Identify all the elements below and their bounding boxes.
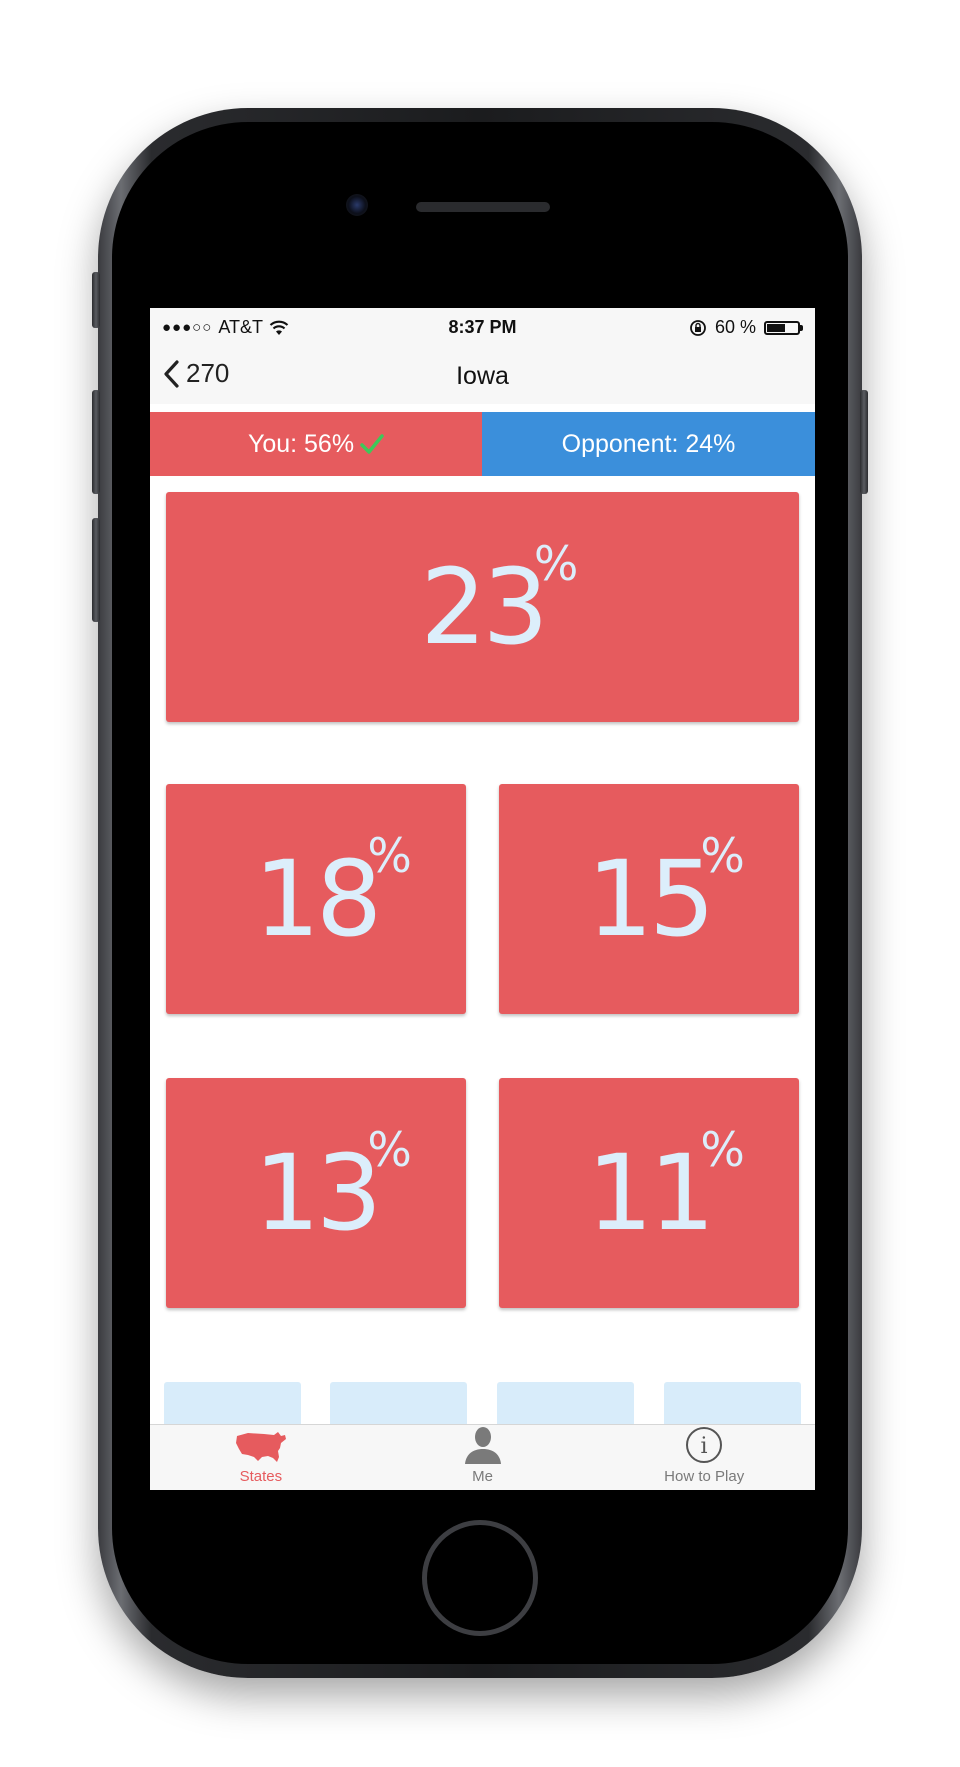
opponent-score: Opponent: 24%	[482, 412, 815, 476]
info-icon: i	[686, 1427, 723, 1463]
status-bar: ●●●○○ AT&T 8:37 PM 60 %	[150, 308, 815, 348]
volume-up-button	[92, 390, 100, 494]
answer-tile[interactable]: 11%	[499, 1078, 799, 1308]
score-bar: You: 56% Opponent: 24%	[150, 412, 815, 476]
percent-sign: %	[700, 829, 745, 884]
answer-value: 11	[586, 1132, 715, 1254]
navigation-bar: 270 Iowa	[150, 348, 815, 404]
answer-tile[interactable]: 15%	[499, 784, 799, 1014]
earpiece-speaker	[416, 202, 550, 212]
tab-label: Me	[472, 1468, 493, 1485]
usa-map-icon	[235, 1432, 286, 1462]
answer-tile-small[interactable]	[664, 1382, 801, 1426]
answer-tile[interactable]: 13%	[166, 1078, 466, 1308]
tab-me[interactable]: Me	[372, 1425, 594, 1490]
volume-down-button	[92, 518, 100, 622]
power-button	[860, 390, 868, 494]
percent-sign: %	[367, 829, 412, 884]
percent-sign: %	[533, 537, 579, 592]
battery-icon	[764, 320, 803, 335]
tab-bar: States Me i How to Play	[150, 1424, 815, 1490]
tab-label: How to Play	[664, 1468, 745, 1485]
answer-tile-small[interactable]	[330, 1382, 467, 1426]
tab-how-to-play[interactable]: i How to Play	[593, 1425, 815, 1490]
answer-value: 13	[253, 1132, 382, 1254]
tab-states[interactable]: States	[150, 1425, 372, 1490]
battery-percent: 60 %	[714, 317, 756, 337]
home-button[interactable]	[422, 1520, 538, 1636]
percent-sign: %	[700, 1123, 745, 1178]
opponent-score-label: Opponent: 24%	[561, 429, 736, 458]
answer-value: 18	[253, 838, 382, 960]
rotation-lock-icon	[690, 319, 706, 336]
answer-value: 23	[420, 546, 548, 668]
answer-tile[interactable]: 23%	[166, 492, 799, 722]
answer-tile-small[interactable]	[497, 1382, 634, 1426]
percent-sign: %	[367, 1123, 412, 1178]
answer-tile[interactable]: 18%	[166, 784, 466, 1014]
app-screen: ●●●○○ AT&T 8:37 PM 60 % 270 Iowa You: 56…	[150, 308, 815, 1490]
front-camera	[346, 194, 368, 216]
answer-grid: 23% 18% 15% 13% 11%	[150, 476, 815, 1426]
mute-switch	[92, 272, 100, 328]
page-title: Iowa	[456, 362, 509, 390]
answer-value: 15	[586, 838, 715, 960]
your-score: You: 56%	[150, 412, 482, 476]
answer-tile-small[interactable]	[164, 1382, 301, 1426]
status-right: 60 %	[689, 317, 803, 338]
tab-label: States	[239, 1468, 283, 1485]
your-score-label: You: 56%	[247, 429, 355, 458]
checkmark-icon	[360, 434, 384, 454]
svg-text:i: i	[701, 1434, 708, 1459]
person-icon	[464, 1427, 501, 1464]
